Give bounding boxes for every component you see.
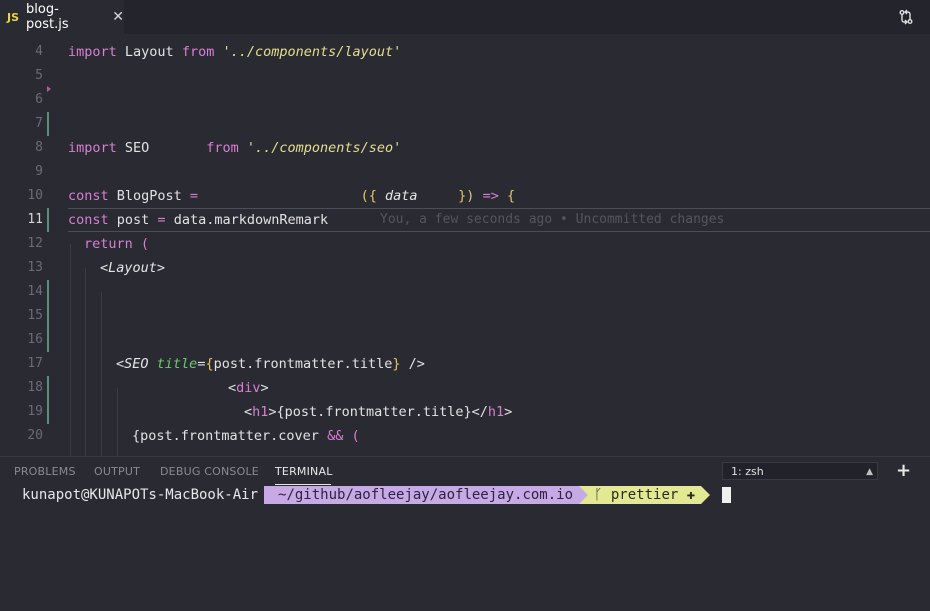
line-number: 9 (35, 164, 43, 179)
chevron-updown-icon: ▲ (866, 467, 873, 477)
code-text: const post = data.markdownRemark (68, 212, 329, 228)
code-line: 4 import Layout from '../components/layo… (0, 40, 930, 64)
tab-output[interactable]: OUTPUT (94, 465, 140, 478)
code-line: 8 import SEO from '../components/seo' (0, 136, 930, 160)
line-number: 18 (27, 380, 43, 395)
new-terminal-button[interactable]: + (896, 460, 911, 481)
git-added-marker (47, 376, 49, 400)
code-editor[interactable]: 4 import Layout from '../components/layo… (0, 34, 930, 456)
terminal-select-value: 1: zsh (731, 465, 764, 478)
git-added-marker (47, 400, 49, 424)
code-text: <div> (228, 380, 269, 396)
code-line: 18 <div> (0, 376, 930, 400)
git-added-marker (47, 208, 49, 232)
code-text: <h1>{post.frontmatter.title}</h1> (244, 404, 513, 420)
code-line: 7 (0, 112, 930, 136)
git-added-marker (47, 304, 49, 328)
line-number: 12 (27, 236, 43, 251)
code-text: import Layout from '../components/layout… (68, 44, 402, 60)
code-line: 13 <Layout> (0, 256, 930, 280)
branch-icon: ᚴ (594, 487, 611, 503)
line-number: 6 (35, 92, 43, 107)
tab-title: blog-post.js (26, 2, 69, 32)
editor-tab-bar: JS blog-post.js ✕ (0, 0, 930, 34)
line-number: 11 (27, 212, 43, 227)
git-added-marker (47, 280, 49, 304)
active-tab-indicator (275, 484, 331, 485)
prompt-user-host: kunapot@KUNAPOTs-MacBook-Air (22, 487, 259, 503)
code-line: 17 <SEO title={post.frontmatter.title} /… (0, 352, 930, 376)
line-number: 17 (27, 356, 43, 371)
code-line-current: 11 const post = data.markdownRemark You,… (0, 208, 930, 232)
prompt-separator (579, 486, 589, 504)
code-text: import SEO from '../components/seo' (68, 140, 402, 156)
line-number: 7 (35, 116, 43, 131)
prompt-separator (701, 486, 711, 504)
terminal-prompt[interactable]: kunapot@KUNAPOTs-MacBook-Air ~/github/ao… (22, 486, 732, 504)
git-compare-icon[interactable] (898, 9, 914, 25)
tab-debug-console[interactable]: DEBUG CONSOLE (160, 465, 259, 478)
line-number: 15 (27, 308, 43, 323)
line-number: 16 (27, 332, 43, 347)
terminal-select[interactable]: 1: zsh ▲ (722, 462, 878, 480)
code-line: 19 <h1>{post.frontmatter.title}</h1> (0, 400, 930, 424)
line-number: 5 (35, 68, 43, 83)
prompt-directory: ~/github/aofleejay/aofleejay.com.io (264, 486, 580, 504)
tab-blog-post[interactable]: JS blog-post.js ✕ (0, 0, 124, 34)
code-line: 10 const BlogPost = ({ data }) => { (0, 184, 930, 208)
code-text: <SEO title={post.frontmatter.title} /> (116, 356, 425, 372)
prompt-git-branch: ᚴ prettier ✚ (588, 486, 702, 504)
javascript-file-icon: JS (7, 10, 20, 24)
code-text: return ( (84, 236, 150, 252)
code-text: const BlogPost = ({ data }) => { (68, 188, 516, 204)
code-line: 15 (0, 304, 930, 328)
code-line: 20 {post.frontmatter.cover && ( (0, 424, 930, 448)
line-number: 10 (27, 188, 43, 203)
line-number: 19 (27, 404, 43, 419)
code-line: 16 (0, 328, 930, 352)
code-text: {post.frontmatter.cover && ( (132, 428, 360, 444)
bottom-panel: PROBLEMS OUTPUT DEBUG CONSOLE TERMINAL 1… (0, 456, 930, 611)
code-line: 14 (0, 280, 930, 304)
code-line: 12 return ( (0, 232, 930, 256)
tab-terminal[interactable]: TERMINAL (275, 465, 333, 478)
code-line: 6 (0, 88, 930, 112)
line-number: 20 (27, 428, 43, 443)
git-dirty-icon: ✚ (686, 487, 696, 503)
line-number: 14 (27, 284, 43, 299)
git-added-marker (47, 112, 49, 136)
terminal-cursor (722, 487, 732, 503)
line-number: 8 (35, 140, 43, 155)
line-number: 13 (27, 260, 43, 275)
line-number: 4 (35, 44, 43, 59)
tab-problems[interactable]: PROBLEMS (14, 465, 76, 478)
code-text: <Layout> (100, 260, 166, 276)
git-added-marker (47, 328, 49, 352)
code-line: 9 (0, 160, 930, 184)
code-line: 5 (0, 64, 930, 88)
git-blame-annotation: You, a few seconds ago • Uncommitted cha… (380, 212, 725, 227)
close-icon[interactable]: ✕ (112, 9, 124, 25)
